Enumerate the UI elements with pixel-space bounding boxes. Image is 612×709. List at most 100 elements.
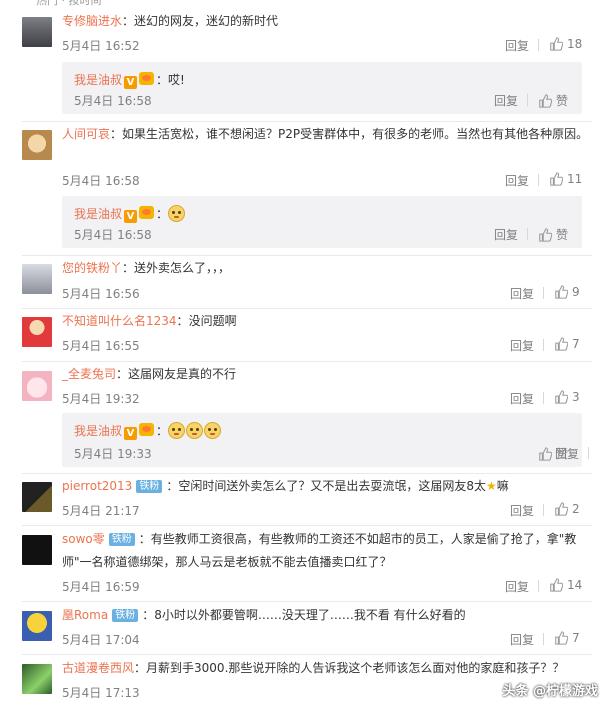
comment-text: 8小时以外都要管啊……没天理了……我不看 有什么好看的 <box>154 608 466 622</box>
thumbs-up-icon <box>555 631 568 645</box>
fan-badge: 铁粉 <box>112 609 139 622</box>
fan-badge: 铁粉 <box>108 533 135 546</box>
divider <box>538 174 539 186</box>
avatar[interactable] <box>22 482 52 512</box>
like-label: 赞 <box>556 447 569 461</box>
comment-text: 有些教师工资很高，有些教师的工资还不如超市的员工，人家是偷了抢了，拿"教师"一名… <box>62 532 577 569</box>
avatar[interactable] <box>22 17 52 47</box>
divider <box>538 39 539 51</box>
thumbs-up-icon <box>550 172 563 186</box>
thumbs-up-icon <box>550 37 563 51</box>
comment-username[interactable]: 您的铁粉丫 <box>62 261 122 275</box>
comment-date: 5月4日 16:55 <box>62 339 140 353</box>
divider <box>588 447 589 459</box>
comment-username[interactable]: _全麦兔司 <box>62 367 116 381</box>
reply-button[interactable]: 回复 <box>505 578 529 595</box>
reply-button[interactable]: 回复 <box>510 502 534 519</box>
like-count: 18 <box>567 37 583 51</box>
avatar[interactable] <box>22 130 52 160</box>
divider <box>527 228 528 240</box>
reply-username[interactable]: 我是油叔 <box>74 73 122 87</box>
like-button[interactable]: 赞 <box>538 445 568 462</box>
thumbs-up-icon <box>539 93 552 108</box>
like-count: 9 <box>572 285 580 299</box>
divider <box>22 525 592 526</box>
divider <box>543 287 544 299</box>
divider <box>538 580 539 592</box>
comment-text: 如果生活宽松，谁不想闲适？P2P受害群体中，有很多的老师。当然也有其他各种原因。 <box>122 127 589 141</box>
divider <box>543 392 544 404</box>
comment-date: 5月4日 16:58 <box>62 174 140 188</box>
watermark: 头条 @柠檬游戏 <box>502 684 598 699</box>
comment-username[interactable]: 人间可哀 <box>62 127 110 141</box>
like-button[interactable]: 7 <box>554 631 580 645</box>
avatar[interactable] <box>22 611 52 641</box>
reply-date: 5月4日 16:58 <box>74 94 152 108</box>
comment-text: 月薪到手3000.那些说开除的人告诉我这个老师该怎么面对他的家庭和孩子？？ <box>146 661 565 675</box>
comment-date: 5月4日 21:17 <box>62 504 140 518</box>
like-label: 赞 <box>556 228 569 242</box>
comment-text-tail: 嘛 <box>496 479 509 493</box>
reply-button[interactable]: 回复 <box>510 631 534 648</box>
divider <box>543 339 544 351</box>
comment-date: 5月4日 16:56 <box>62 287 140 301</box>
like-button[interactable]: 7 <box>554 337 580 351</box>
comment-text: 空闲时间送外卖怎么了？又不是出去耍流氓，这届网友8太 <box>178 479 486 493</box>
thumbs-up-icon <box>555 285 568 299</box>
divider <box>22 361 592 362</box>
like-button[interactable]: 3 <box>554 390 580 404</box>
reply-username[interactable]: 我是油叔 <box>74 207 122 221</box>
divider <box>22 601 592 602</box>
comment-username[interactable]: 古道漫卷西风 <box>62 661 134 675</box>
reply-button[interactable]: 回复 <box>510 390 534 407</box>
like-button[interactable]: 14 <box>549 578 582 592</box>
reply-button[interactable]: 回复 <box>505 172 529 189</box>
like-button[interactable]: 18 <box>549 37 582 51</box>
like-count: 11 <box>567 172 583 186</box>
divider <box>543 504 544 516</box>
comment-username[interactable]: 凰Roma <box>62 608 108 622</box>
reply-button[interactable]: 回复 <box>494 92 518 109</box>
comment-username[interactable]: pierrot2013 <box>62 479 132 493</box>
comment-date: 5月4日 17:13 <box>62 686 140 700</box>
comment-text: 没问题啊 <box>188 314 237 328</box>
avatar[interactable] <box>22 535 52 565</box>
avatar[interactable] <box>22 264 52 294</box>
doge-emoji-icon <box>168 205 186 222</box>
reply-button[interactable]: 回复 <box>510 285 534 302</box>
avatar[interactable] <box>22 371 52 401</box>
comment-username[interactable]: 不知道叫什么名1234 <box>62 314 177 328</box>
like-button[interactable]: 2 <box>554 502 580 516</box>
like-button[interactable]: 11 <box>549 172 582 186</box>
reply-button[interactable]: 回复 <box>510 337 534 354</box>
avatar[interactable] <box>22 317 52 347</box>
reply-date: 5月4日 16:58 <box>74 228 152 242</box>
like-button[interactable]: 赞 <box>538 92 568 109</box>
reply-button[interactable]: 回复 <box>494 226 518 243</box>
divider <box>22 473 592 474</box>
like-label: 赞 <box>556 94 569 108</box>
reply-actions: 赞 <box>62 413 582 467</box>
like-button[interactable]: 9 <box>554 285 580 299</box>
thumbs-up-icon <box>539 227 552 242</box>
comment-text: 送外卖怎么了，，， <box>134 261 231 275</box>
divider <box>527 94 528 106</box>
thumbs-up-icon <box>550 578 563 592</box>
star-emoji-icon: ★ <box>485 479 497 493</box>
thumbs-up-icon <box>555 337 568 351</box>
avatar[interactable] <box>22 664 52 694</box>
comment-text: 迷幻的网友，迷幻的新时代 <box>134 14 279 28</box>
thumbs-up-icon <box>539 446 552 461</box>
vip-crown-icon <box>139 72 155 85</box>
comment-username[interactable]: 专修脑进水 <box>62 14 122 28</box>
comment-date: 5月4日 16:59 <box>62 580 140 594</box>
like-count: 3 <box>572 390 580 404</box>
top-fragment: 热门 · 按时间 <box>0 0 612 8</box>
like-count: 14 <box>567 578 583 592</box>
reply-button[interactable]: 回复 <box>505 37 529 54</box>
divider <box>22 121 592 122</box>
comment-username[interactable]: sowo零 <box>62 532 105 546</box>
like-button[interactable]: 赞 <box>538 226 568 243</box>
divider <box>22 308 592 309</box>
reply-text: 哎! <box>168 73 185 87</box>
